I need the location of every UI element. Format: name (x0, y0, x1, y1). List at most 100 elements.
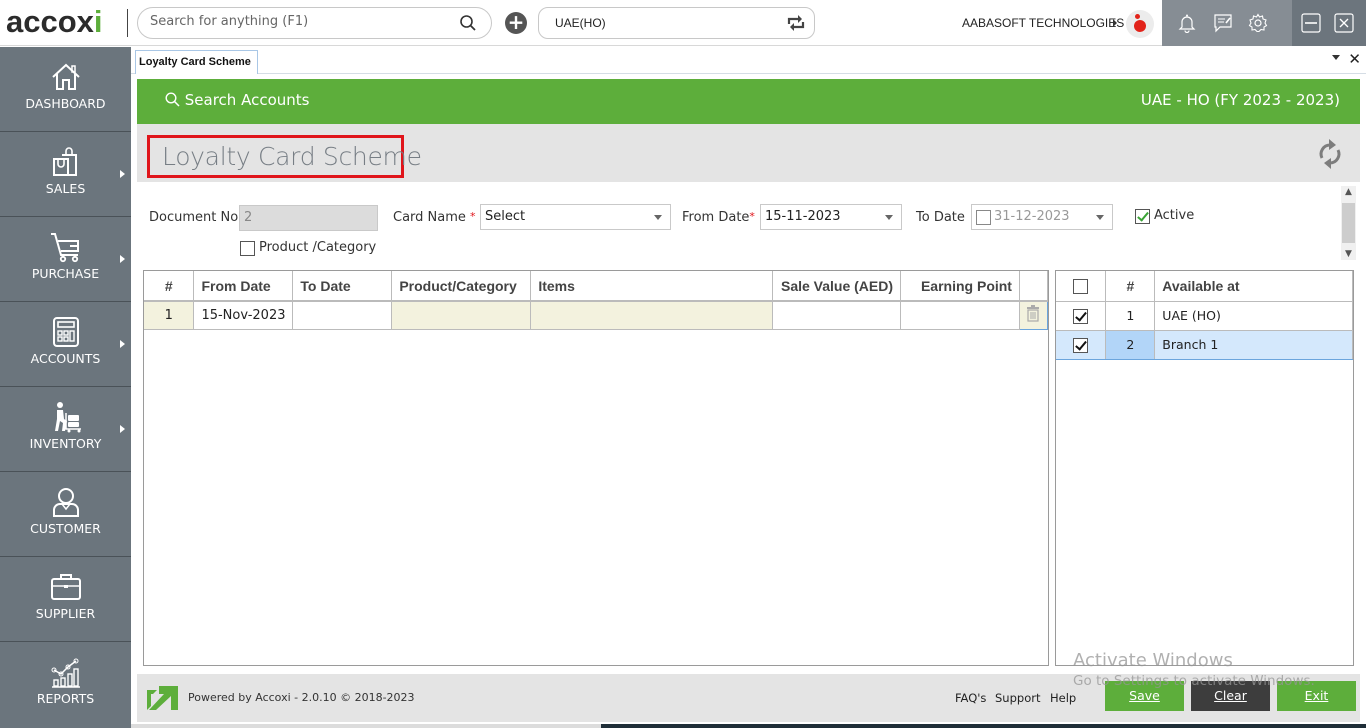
bell-icon[interactable] (1178, 13, 1196, 37)
cell-branch-name: Branch 1 (1154, 329, 1353, 360)
table-row[interactable]: 1 15-Nov-2023 (144, 300, 1049, 330)
messages-icon[interactable] (1213, 13, 1233, 37)
taskbar-edge (131, 724, 1366, 728)
grid-header-row: # Available at (1056, 271, 1353, 302)
scheme-form: Document No 2 Card Name * Select From Da… (137, 182, 1360, 270)
inventory-worker-icon (55, 402, 81, 433)
sidebar-item-supplier[interactable]: SUPPLIER (0, 557, 131, 642)
cell-to-date[interactable] (292, 301, 393, 330)
chevron-down-icon (885, 215, 893, 220)
product-category-checkbox[interactable] (240, 241, 255, 256)
from-date-picker[interactable]: 15-11-2023 (760, 204, 902, 230)
company-name[interactable]: AABASOFT TECHNOLOGIES (962, 16, 1124, 30)
card-name-label: Card Name * (393, 210, 476, 225)
cell-sale-value[interactable] (772, 301, 902, 330)
company-menu-caret-icon[interactable] (1113, 19, 1117, 27)
close-window-icon[interactable] (1334, 13, 1354, 37)
tab-loyalty-card-scheme[interactable]: Loyalty Card Scheme (135, 50, 258, 74)
scroll-down-icon[interactable]: ▼ (1341, 249, 1356, 259)
submenu-caret-icon (120, 170, 125, 178)
row-checkbox[interactable] (1073, 337, 1089, 353)
support-link[interactable]: Support (995, 691, 1040, 705)
cell-items[interactable] (530, 301, 774, 330)
sidebar-item-purchase[interactable]: PURCHASE (0, 217, 131, 302)
col-header-to-date: To Date (292, 271, 393, 302)
settings-gear-icon[interactable] (1248, 13, 1268, 37)
col-header-available-at: Available at (1154, 271, 1353, 302)
footer: Powered by Accoxi - 2.0.10 © 2018-2023 F… (137, 674, 1360, 722)
powered-by-text: Powered by Accoxi - 2.0.10 © 2018-2023 (188, 691, 415, 704)
logo-divider (127, 9, 128, 37)
cell-product-category[interactable] (391, 301, 532, 330)
scroll-up-icon[interactable]: ▲ (1341, 187, 1356, 197)
to-date-picker[interactable]: 31-12-2023 (971, 204, 1113, 230)
page-title: Loyalty Card Scheme (162, 142, 422, 171)
availability-grid: # Available at 1 UAE (HO) 2 Branch 1 (1055, 270, 1354, 666)
add-new-button[interactable]: + (505, 12, 527, 34)
active-label: Active (1154, 208, 1195, 223)
col-header-earning-point: Earning Point (900, 271, 1020, 302)
help-link[interactable]: Help (1050, 691, 1076, 705)
branch-value: UAE(HO) (555, 16, 606, 30)
module-header: Search Accounts UAE - HO (FY 2023 - 2023… (137, 79, 1360, 124)
switch-branch-icon[interactable] (786, 14, 806, 36)
form-scrollbar[interactable]: ▲ ▼ (1341, 186, 1356, 260)
calculator-icon (53, 317, 79, 347)
sidebar-item-customer[interactable]: CUSTOMER (0, 472, 131, 557)
table-row-selected[interactable]: 2 Branch 1 (1056, 329, 1353, 360)
trash-icon (1027, 304, 1040, 322)
cell-check (1056, 329, 1107, 360)
cell-from-date[interactable]: 15-Nov-2023 (193, 301, 294, 330)
top-bar: accoxi + UAE(HO) AABASOFT TECHNOLOGIES (0, 0, 1366, 46)
sidebar-item-label: SUPPLIER (35, 606, 96, 621)
minimize-icon[interactable] (1301, 13, 1321, 37)
document-no-label: Document No (149, 210, 239, 225)
table-row[interactable]: 1 UAE (HO) (1056, 301, 1353, 331)
sidebar-item-label: CUSTOMER (30, 521, 101, 536)
chevron-down-icon (1096, 215, 1104, 220)
sidebar-item-reports[interactable]: REPORTS (0, 642, 131, 727)
card-name-select[interactable]: Select (480, 204, 671, 230)
sidebar-item-accounts[interactable]: ACCOUNTS (0, 302, 131, 387)
chart-icon (51, 658, 80, 688)
submenu-caret-icon (120, 425, 125, 433)
exit-button[interactable]: Exit (1277, 681, 1356, 711)
scroll-thumb[interactable] (1342, 203, 1355, 243)
tab-list-dropdown-icon[interactable] (1332, 55, 1340, 60)
close-tab-icon[interactable]: ✕ (1348, 50, 1361, 68)
sidebar-item-label: DASHBOARD (25, 96, 106, 111)
sidebar: DASHBOARD SALES PURCHASE ACCOUNTS INVENT… (0, 47, 131, 728)
delete-row-button[interactable] (1018, 300, 1049, 330)
home-icon (52, 63, 80, 90)
sidebar-item-inventory[interactable]: INVENTORY (0, 387, 131, 472)
global-search[interactable] (137, 7, 492, 39)
save-button[interactable]: Save (1105, 681, 1184, 711)
search-accounts-label: Search Accounts (184, 91, 310, 109)
branch-selector[interactable]: UAE(HO) (538, 7, 815, 39)
cart-icon (51, 233, 79, 263)
sidebar-item-sales[interactable]: SALES (0, 132, 131, 217)
document-no-field: 2 (239, 205, 378, 231)
cell-branch-name: UAE (HO) (1154, 301, 1353, 331)
row-checkbox[interactable] (1073, 308, 1089, 324)
search-accounts-button[interactable]: Search Accounts (165, 91, 309, 109)
cell-earning-point[interactable] (900, 301, 1020, 330)
to-date-enable-checkbox[interactable] (976, 210, 991, 225)
user-avatar[interactable] (1126, 10, 1154, 38)
select-all-checkbox[interactable] (1073, 279, 1089, 295)
active-checkbox[interactable] (1135, 209, 1150, 224)
org-period: UAE - HO (FY 2023 - 2023) (1140, 91, 1340, 109)
to-date-value: 31-12-2023 (994, 209, 1070, 224)
faqs-link[interactable]: FAQ's (955, 691, 986, 705)
clear-button[interactable]: Clear (1191, 681, 1270, 711)
sidebar-item-label: ACCOUNTS (30, 351, 101, 366)
global-search-input[interactable] (150, 14, 450, 29)
shopping-bag-icon (53, 147, 77, 176)
refresh-icon[interactable] (1316, 138, 1344, 174)
col-header-product-category: Product/Category (391, 271, 532, 302)
toolbar-icons (1162, 0, 1292, 46)
col-header-from-date: From Date (193, 271, 294, 302)
cell-no: 1 (1105, 301, 1156, 331)
sidebar-item-dashboard[interactable]: DASHBOARD (0, 47, 131, 132)
search-icon[interactable] (459, 14, 477, 36)
